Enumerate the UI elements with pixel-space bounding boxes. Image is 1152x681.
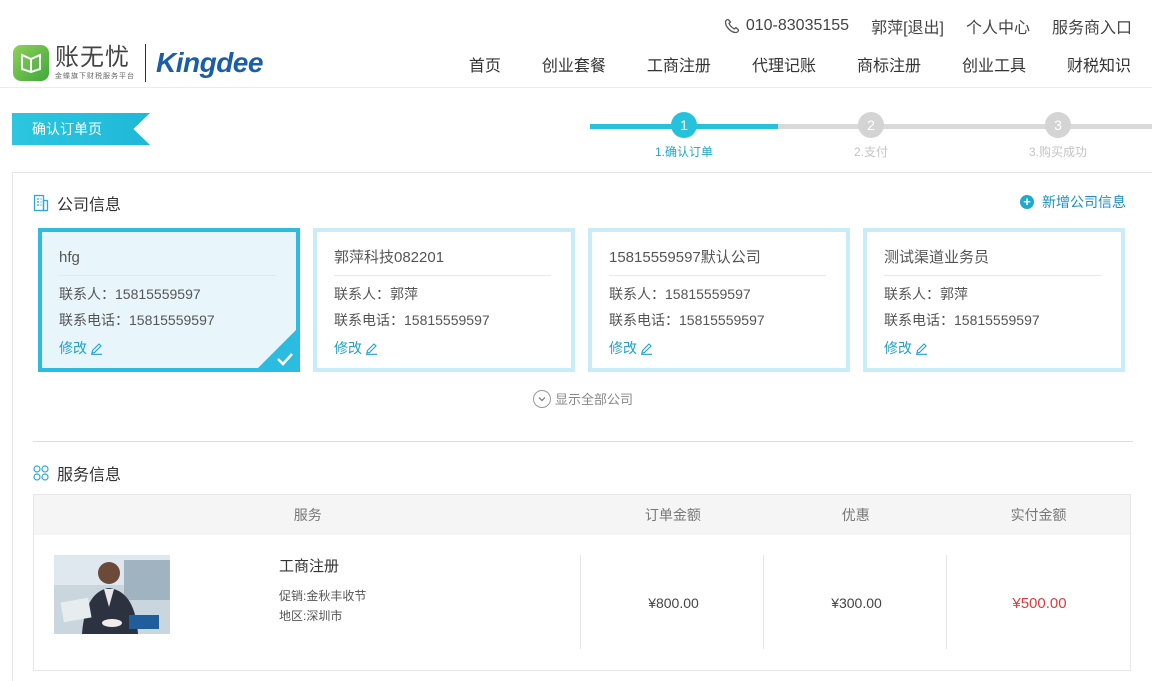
pencil-icon: [366, 342, 377, 355]
order-amount: ¥800.00: [648, 595, 699, 611]
page-title-tag: 确认订单页: [12, 113, 150, 145]
order-progress-steps: 1 2 3 1.确认订单 2.支付 3.购买成功: [590, 112, 1152, 162]
service-section-title: 服务信息: [57, 467, 122, 484]
column-header-discount: 优惠: [841, 507, 870, 523]
phone-contact: 010-83035155: [724, 17, 849, 35]
personal-center-link[interactable]: 个人中心: [966, 14, 1030, 38]
service-region: 地区:深圳市: [279, 609, 343, 623]
edit-company-link[interactable]: 修改: [59, 338, 276, 358]
company-section-header: 公司信息: [33, 191, 121, 215]
edit-company-link[interactable]: 修改: [609, 338, 826, 358]
grid-icon: [33, 465, 49, 481]
service-title: 工商注册: [279, 558, 340, 575]
company-name: 测试渠道业务员: [884, 246, 1101, 276]
phone-icon: [724, 18, 739, 34]
company-phone: 联系电话：15815559597: [59, 312, 215, 328]
company-name: 郭萍科技082201: [334, 246, 551, 276]
service-table: 服务 订单金额 优惠 实付金额 工商注册 促销:金秋丰收节 地区:深圳市 ¥80…: [33, 494, 1131, 671]
service-thumbnail: [54, 555, 170, 634]
logo-badge-icon: [13, 45, 49, 81]
discount-amount: ¥300.00: [831, 595, 882, 611]
column-header-paid: 实付金额: [1010, 507, 1067, 523]
nav-startup-tools[interactable]: 创业工具: [962, 52, 1026, 76]
edit-company-link[interactable]: 修改: [334, 338, 551, 358]
step-3-label: 3.购买成功: [1028, 145, 1088, 159]
company-section-title: 公司信息: [57, 197, 122, 214]
column-header-order-amount: 订单金额: [644, 507, 701, 523]
company-name: 15815559597默认公司: [609, 246, 826, 276]
company-card[interactable]: 测试渠道业务员 联系人：郭萍 联系电话：15815559597 修改: [863, 228, 1125, 372]
company-contact: 联系人：郭萍: [884, 286, 968, 302]
merchant-entry-link[interactable]: 服务商入口: [1052, 14, 1132, 38]
service-info: 工商注册 促销:金秋丰收节 地区:深圳市: [279, 555, 366, 626]
edit-label: 修改: [609, 340, 637, 356]
edit-label: 修改: [59, 340, 87, 356]
edit-company-link[interactable]: 修改: [884, 338, 1101, 358]
company-name: hfg: [59, 246, 276, 276]
column-header-service: 服务: [293, 507, 322, 523]
step-1-dot: 1: [671, 112, 697, 138]
chevron-down-icon: [533, 389, 551, 408]
user-logout-link[interactable]: 郭萍[退出]: [871, 14, 944, 38]
selected-check-icon: [254, 326, 300, 372]
company-card[interactable]: hfg 联系人：15815559597 联系电话：15815559597 修改: [38, 228, 300, 372]
pencil-icon: [641, 342, 652, 355]
logo-subtitle: 金蝶旗下财税服务平台: [55, 73, 135, 80]
order-panel: 公司信息 + 新增公司信息 hfg 联系人：15815559597 联系电话：1…: [12, 172, 1152, 681]
phone-number: 010-83035155: [745, 17, 850, 34]
kingdee-logo: Kingdee: [156, 47, 263, 78]
company-phone: 联系电话：15815559597: [609, 312, 765, 328]
show-all-label: 显示全部公司: [555, 392, 634, 407]
company-phone: 联系电话：15815559597: [884, 312, 1040, 328]
pencil-icon: [91, 342, 102, 355]
edit-label: 修改: [884, 340, 912, 356]
logo[interactable]: 账无忧 金蝶旗下财税服务平台 Kingdee: [13, 44, 263, 82]
company-card[interactable]: 郭萍科技082201 联系人：郭萍 联系电话：15815559597 修改: [313, 228, 575, 372]
logo-divider: [145, 44, 146, 82]
step-3-dot: 3: [1045, 112, 1071, 138]
service-section-header: 服务信息: [33, 461, 121, 485]
logo-cn-text: 账无忧: [55, 44, 130, 71]
column-divider: [580, 555, 581, 649]
service-promo: 促销:金秋丰收节: [279, 589, 367, 603]
section-divider: [33, 441, 1133, 442]
nav-startup-package[interactable]: 创业套餐: [542, 52, 606, 76]
add-company-label: 新增公司信息: [1042, 194, 1126, 210]
step-2-label: 2.支付: [853, 145, 889, 159]
nav-bookkeeping[interactable]: 代理记账: [752, 52, 816, 76]
progress-line-pending: [778, 124, 1152, 129]
nav-trademark[interactable]: 商标注册: [857, 52, 921, 76]
nav-tax-knowledge[interactable]: 财税知识: [1067, 52, 1131, 76]
plus-circle-icon: +: [1020, 195, 1034, 209]
nav-business-registration[interactable]: 工商注册: [647, 52, 711, 76]
main-nav: 首页 创业套餐 工商注册 代理记账 商标注册 创业工具 财税知识: [428, 52, 1131, 76]
building-icon: [33, 194, 49, 212]
company-contact: 联系人：郭萍: [334, 286, 418, 302]
paid-amount: ¥500.00: [1012, 595, 1067, 612]
step-1-label: 1.确认订单: [654, 145, 714, 159]
show-all-companies-button[interactable]: 显示全部公司: [533, 389, 633, 408]
add-company-button[interactable]: + 新增公司信息: [1020, 192, 1126, 212]
company-phone: 联系电话：15815559597: [334, 312, 490, 328]
step-2-dot: 2: [858, 112, 884, 138]
top-header: 账无忧 金蝶旗下财税服务平台 Kingdee 010-83035155 郭萍[退…: [0, 0, 1152, 88]
company-contact: 联系人：15815559597: [59, 286, 201, 302]
nav-home[interactable]: 首页: [469, 52, 501, 76]
edit-label: 修改: [334, 340, 362, 356]
pencil-icon: [916, 342, 927, 355]
table-row: 工商注册 促销:金秋丰收节 地区:深圳市 ¥800.00 ¥300.00 ¥50…: [34, 535, 1130, 670]
company-card[interactable]: 15815559597默认公司 联系人：15815559597 联系电话：158…: [588, 228, 850, 372]
company-contact: 联系人：15815559597: [609, 286, 751, 302]
table-header: 服务 订单金额 优惠 实付金额: [34, 495, 1130, 535]
